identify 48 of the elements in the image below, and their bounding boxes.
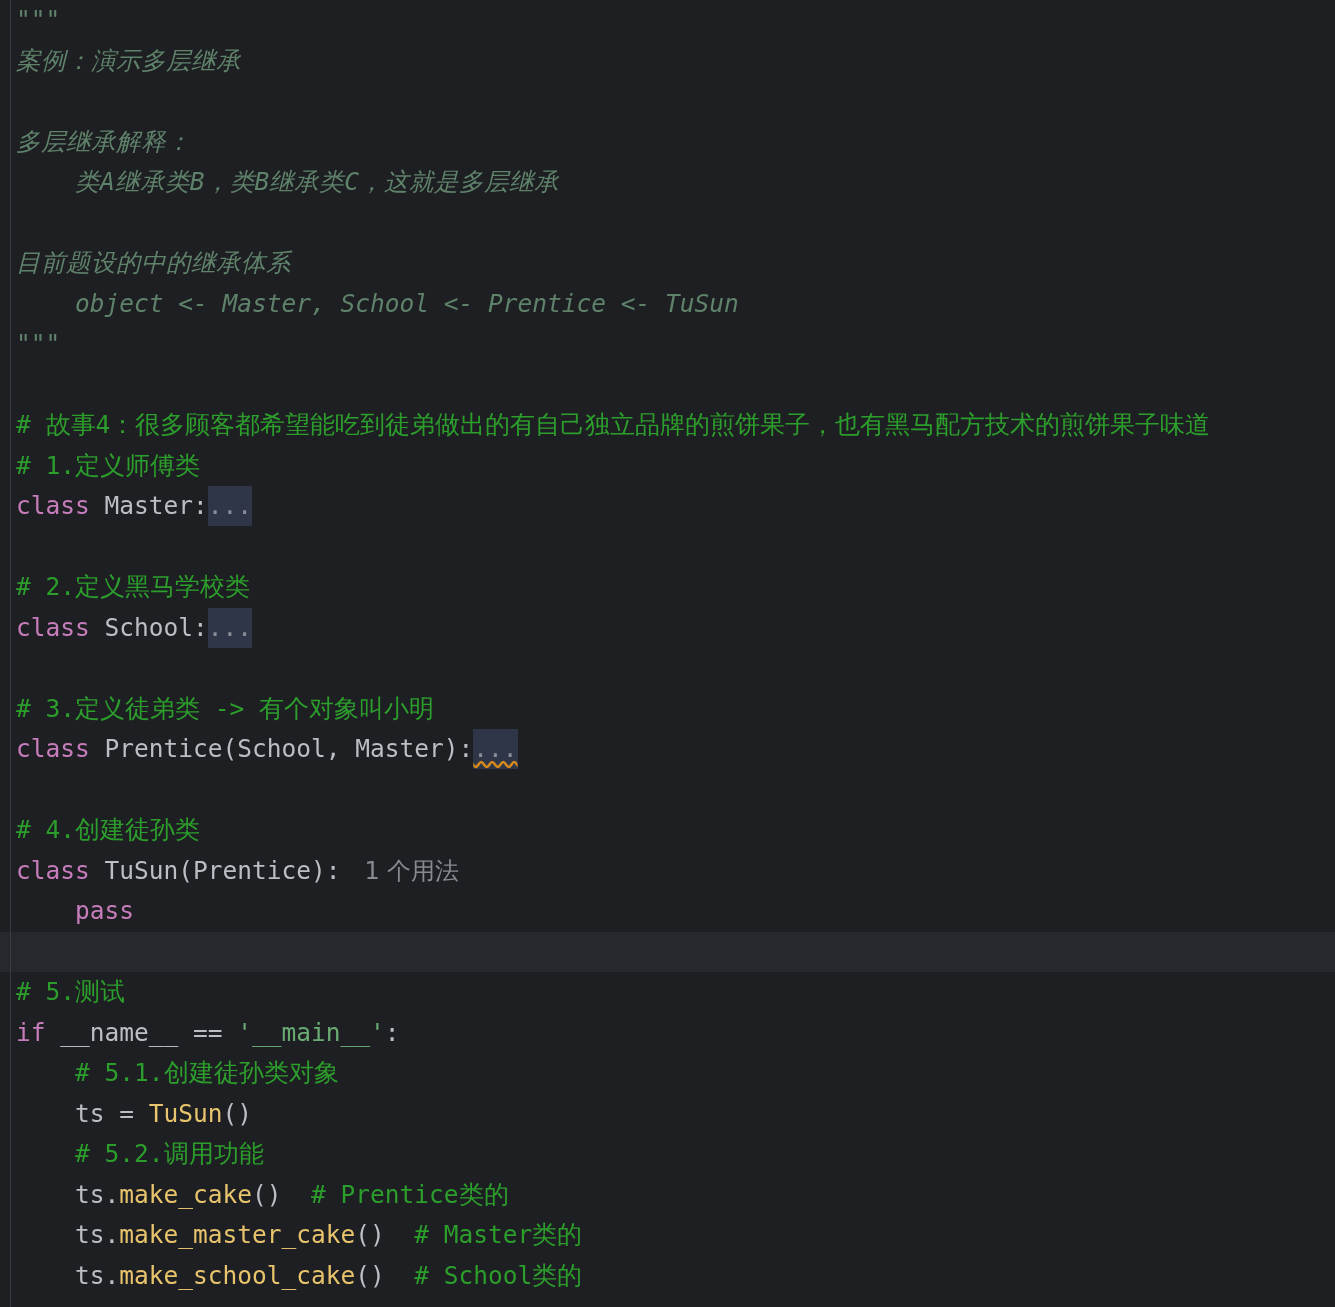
code-keyword: if <box>16 1016 46 1049</box>
code-comment: # Prentice类的 <box>310 1178 509 1211</box>
docstring-text: """ <box>16 328 61 360</box>
docstring-text: 案例：演示多层继承 <box>16 44 241 77</box>
code-text: () <box>252 1178 282 1211</box>
code-comment: # 故事4：很多顾客都希望能吃到徒弟做出的有自己独立品牌的煎饼果子，也有黑马配方技术的煎饼果子味道 <box>16 409 1211 441</box>
folded-code-marker[interactable]: ... <box>207 486 253 526</box>
code-editor[interactable] <box>0 0 1335 1307</box>
code-comment: # 5.2.调用功能 <box>74 1138 264 1170</box>
code-text: ts. <box>74 1259 120 1292</box>
code-comment: # 4.创建徒孙类 <box>16 814 200 846</box>
code-text: __name__ == <box>59 1016 224 1049</box>
code-text: Prentice(School, Master): <box>103 733 474 765</box>
code-text: TuSun(Prentice): <box>103 854 341 887</box>
function-name: TuSun <box>148 1097 223 1130</box>
code-keyword: class <box>16 733 90 765</box>
code-keyword: class <box>16 854 90 887</box>
code-keyword: class <box>16 611 90 644</box>
code-comment: # 1.定义师傅类 <box>16 449 200 482</box>
code-text: () <box>355 1259 385 1292</box>
docstring-text: """ <box>16 4 61 36</box>
function-name: make_master_cake <box>119 1219 356 1251</box>
code-text: () <box>355 1219 385 1251</box>
code-text: Master: <box>103 490 208 522</box>
code-text: : <box>384 1016 400 1049</box>
code-text: School: <box>103 611 208 644</box>
code-text: () <box>222 1097 253 1130</box>
code-text: ts. <box>74 1219 120 1251</box>
code-comment: # School类的 <box>413 1259 583 1292</box>
code-comment: # 5.1.创建徒孙类对象 <box>74 1057 339 1089</box>
code-keyword: pass <box>74 895 134 927</box>
string-literal: '__main__' <box>237 1016 385 1049</box>
usage-hint[interactable]: 1 个用法 <box>364 850 460 891</box>
docstring-text: 类A继承类B，类B继承类C，这就是多层继承 <box>74 166 559 198</box>
docstring-text: 目前题设的中的继承体系 <box>16 247 291 279</box>
code-comment: # 3.定义徒弟类 -> 有个对象叫小明 <box>16 692 434 725</box>
folded-code-marker[interactable]: ... <box>207 607 253 648</box>
code-text: ts = <box>74 1097 135 1130</box>
function-name: make_school_cake <box>119 1259 356 1292</box>
docstring-text: 多层继承解释： <box>16 125 191 158</box>
folded-code-marker[interactable]: ... <box>473 729 518 769</box>
code-comment: # 5.测试 <box>16 976 125 1008</box>
code-comment: # Master类的 <box>413 1219 583 1251</box>
docstring-text: object <- Master, School <- Prentice <- TuSun <box>74 287 739 320</box>
code-keyword: class <box>16 490 90 522</box>
function-name: make_cake <box>119 1178 253 1211</box>
code-text: ts. <box>74 1178 120 1211</box>
code-comment: # 2.定义黑马学校类 <box>16 571 250 603</box>
